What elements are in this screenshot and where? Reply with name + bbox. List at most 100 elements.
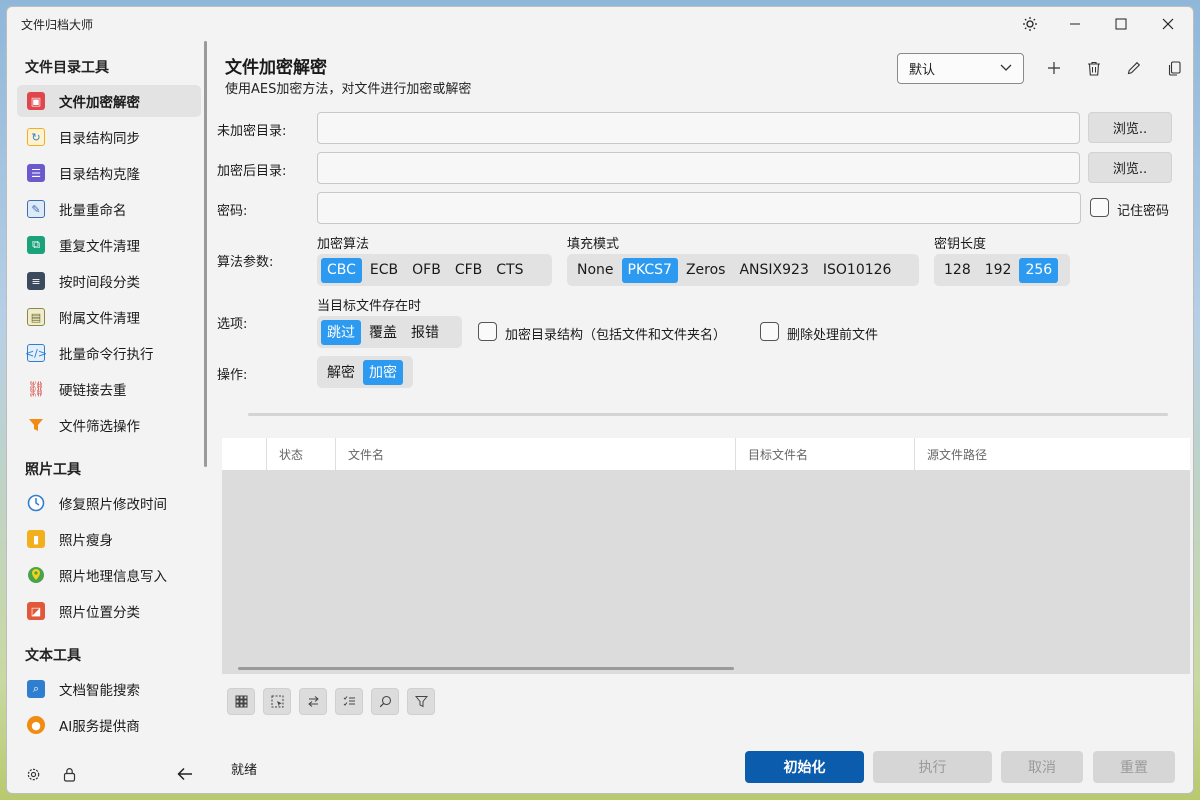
sidebar-item-photo-slim[interactable]: ▮ 照片瘦身 — [17, 523, 201, 555]
lock-icon[interactable] — [59, 763, 79, 785]
browse-dst-button[interactable]: 浏览.. — [1088, 152, 1172, 183]
column-header-status[interactable]: 状态 — [267, 438, 336, 470]
sidebar-item-dup-clean[interactable]: ⧉ 重复文件清理 — [17, 229, 201, 261]
cipher-option-ofb[interactable]: OFB — [406, 258, 447, 283]
sidebar-item-label: AI服务提供商 — [59, 719, 140, 735]
preset-value: 默认 — [909, 63, 936, 78]
sidebar-item-ai-provider[interactable]: ● AI服务提供商 — [17, 709, 201, 741]
select-all-icon[interactable] — [227, 688, 255, 715]
cancel-button[interactable]: 取消 — [1001, 751, 1083, 783]
attachment-clean-icon: ▤ — [27, 308, 45, 326]
sidebar-item-hardlink[interactable]: ⛓ 硬链接去重 — [17, 373, 201, 405]
search-icon[interactable] — [371, 688, 399, 715]
exists-option-skip[interactable]: 跳过 — [321, 319, 361, 345]
password-label: 密码: — [217, 204, 248, 219]
theme-toggle-icon[interactable] — [1007, 7, 1053, 41]
key-length-option-128[interactable]: 128 — [938, 258, 977, 283]
file-table[interactable]: 状态 文件名 目标文件名 源文件路径 — [222, 438, 1190, 674]
operation-label: 操作: — [217, 368, 248, 383]
preset-select[interactable]: 默认 — [897, 53, 1024, 84]
padding-option-zeros[interactable]: Zeros — [680, 258, 732, 283]
swap-icon[interactable] — [299, 688, 327, 715]
run-button[interactable]: 执行 — [873, 751, 992, 783]
chevron-down-icon — [999, 60, 1013, 77]
pencil-rename-icon: ✎ — [27, 200, 45, 218]
delete-before-checkbox[interactable] — [760, 322, 779, 341]
sidebar-item-label: 批量重命名 — [59, 203, 127, 219]
password-input[interactable] — [317, 192, 1081, 224]
key-length-option-256[interactable]: 256 — [1019, 257, 1059, 283]
sidebar-item-batch-rename[interactable]: ✎ 批量重命名 — [17, 193, 201, 225]
sidebar-item-photo-location[interactable]: ◪ 照片位置分类 — [17, 595, 201, 627]
padding-title: 填充模式 — [567, 237, 620, 252]
init-button[interactable]: 初始化 — [745, 751, 864, 783]
column-header-filename[interactable]: 文件名 — [336, 438, 736, 470]
minimize-button[interactable] — [1052, 7, 1098, 41]
delete-before-label: 删除处理前文件 — [787, 328, 879, 343]
sidebar-item-dir-sync[interactable]: ↻ 目录结构同步 — [17, 121, 201, 153]
sidebar-item-batch-cmd[interactable]: </> 批量命令行执行 — [17, 337, 201, 369]
splitter[interactable] — [248, 413, 1168, 416]
trash-icon[interactable] — [1083, 57, 1105, 79]
padding-option-none[interactable]: None — [571, 258, 620, 283]
sidebar-item-label: 重复文件清理 — [59, 239, 140, 255]
padding-option-iso10126[interactable]: ISO10126 — [817, 258, 898, 283]
cipher-option-cts[interactable]: CTS — [490, 258, 529, 283]
options-label: 选项: — [217, 317, 248, 332]
add-icon[interactable] — [1043, 57, 1065, 79]
encrypt-structure-checkbox[interactable] — [478, 322, 497, 341]
sidebar-item-photo-time[interactable]: 修复照片修改时间 — [17, 487, 201, 519]
settings-gear-icon[interactable] — [23, 763, 43, 785]
cipher-option-cbc[interactable]: CBC — [321, 257, 362, 283]
exists-option-error[interactable]: 报错 — [405, 320, 445, 345]
column-header-source-path[interactable]: 源文件路径 — [915, 438, 1190, 470]
select-region-icon[interactable] — [263, 688, 291, 715]
duplicate-clean-icon: ⧉ — [27, 236, 45, 254]
filter-icon[interactable] — [407, 688, 435, 715]
cipher-option-cfb[interactable]: CFB — [449, 258, 488, 283]
operation-option-encrypt[interactable]: 加密 — [363, 359, 403, 385]
browse-src-button[interactable]: 浏览.. — [1088, 112, 1172, 143]
edit-pencil-icon[interactable] — [1123, 57, 1145, 79]
zip-compress-icon: ▮ — [27, 530, 45, 548]
exists-option-overwrite[interactable]: 覆盖 — [363, 320, 403, 345]
table-horizontal-scrollbar[interactable] — [238, 667, 734, 670]
key-length-option-192[interactable]: 192 — [979, 258, 1018, 283]
sidebar-item-encrypt[interactable]: ▣ 文件加密解密 — [17, 85, 201, 117]
title-bar: 文件归档大师 — [7, 7, 1193, 41]
maximize-button[interactable] — [1098, 7, 1144, 41]
sidebar-item-label: 修复照片修改时间 — [59, 497, 167, 513]
copy-icon[interactable] — [1163, 57, 1185, 79]
column-header-target-filename[interactable]: 目标文件名 — [736, 438, 915, 470]
sidebar-item-label: 照片地理信息写入 — [59, 569, 167, 585]
reset-button[interactable]: 重置 — [1093, 751, 1175, 783]
column-header-select[interactable] — [222, 438, 267, 470]
sidebar-item-photo-geo[interactable]: 照片地理信息写入 — [17, 559, 201, 591]
sidebar-item-label: 按时间段分类 — [59, 275, 140, 291]
cipher-mode-segment: CBC ECB OFB CFB CTS — [317, 254, 552, 286]
map-classify-icon: ◪ — [27, 602, 45, 620]
dst-dir-input[interactable] — [317, 152, 1080, 184]
section-title-text-tools: 文本工具 — [25, 648, 81, 664]
src-dir-input[interactable] — [317, 112, 1080, 144]
sidebar-item-time-classify[interactable]: ≡ 按时间段分类 — [17, 265, 201, 297]
sidebar-item-doc-search[interactable]: ⌕ 文档智能搜索 — [17, 673, 201, 705]
padding-option-pkcs7[interactable]: PKCS7 — [621, 257, 678, 283]
sync-folder-icon: ↻ — [27, 128, 45, 146]
clock-fix-icon — [27, 494, 45, 512]
cipher-option-ecb[interactable]: ECB — [364, 258, 404, 283]
sidebar-item-attach-clean[interactable]: ▤ 附属文件清理 — [17, 301, 201, 333]
doc-search-icon: ⌕ — [27, 680, 45, 698]
sidebar-scrollbar[interactable] — [204, 41, 207, 467]
sidebar-item-filter[interactable]: 文件筛选操作 — [17, 409, 201, 441]
padding-option-ansix923[interactable]: ANSIX923 — [733, 258, 814, 283]
close-button[interactable] — [1145, 7, 1191, 41]
remember-password-checkbox[interactable] — [1090, 198, 1109, 217]
table-header: 状态 文件名 目标文件名 源文件路径 — [222, 438, 1190, 470]
operation-option-decrypt[interactable]: 解密 — [321, 360, 361, 385]
collapse-arrow-icon[interactable] — [173, 763, 197, 785]
sidebar-item-dir-clone[interactable]: ☰ 目录结构克隆 — [17, 157, 201, 189]
checklist-icon[interactable] — [335, 688, 363, 715]
funnel-filter-icon — [27, 416, 45, 434]
key-length-title: 密钥长度 — [934, 237, 987, 252]
